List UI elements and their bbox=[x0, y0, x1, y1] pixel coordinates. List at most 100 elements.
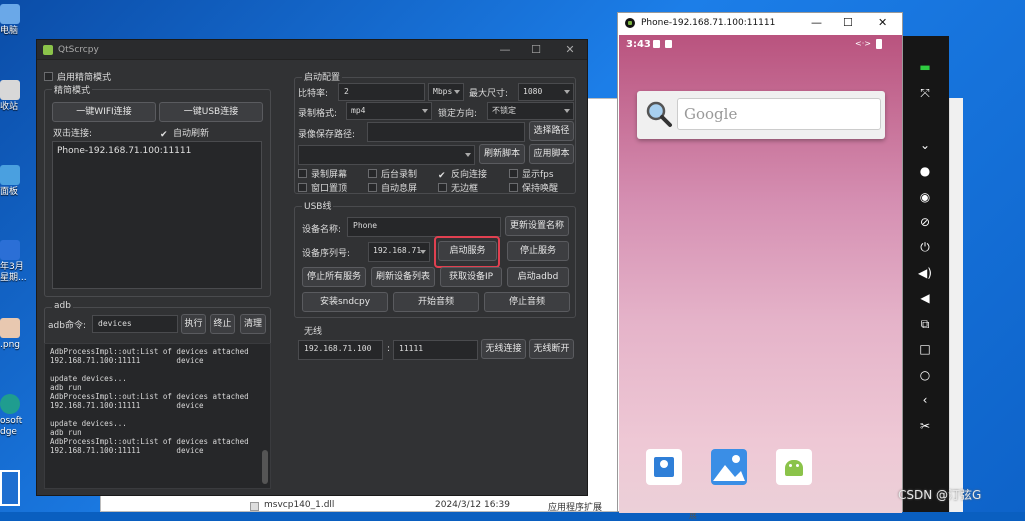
lock-direction-select[interactable]: 不锁定 bbox=[487, 102, 574, 120]
status-bar: 3:43 <·> bbox=[619, 35, 902, 55]
dll-file-icon bbox=[250, 502, 259, 511]
device-serial-label: 设备序列号: bbox=[302, 249, 351, 259]
select-path-button[interactable]: 选择路径 bbox=[529, 121, 574, 141]
desktop-icon-recycle-bin[interactable]: 收站 bbox=[0, 80, 26, 113]
desktop-icon-png[interactable]: .png bbox=[0, 318, 26, 351]
record-path-label: 录像保存路径: bbox=[298, 130, 356, 140]
wireless-connect-button[interactable]: 无线连接 bbox=[481, 339, 526, 359]
usb-group-title: USB线 bbox=[302, 199, 334, 212]
record-screen-checkbox[interactable]: 录制屏幕 bbox=[298, 167, 347, 180]
adb-log-output[interactable]: AdbProcessImpl::out:List of devices atta… bbox=[44, 343, 271, 489]
volume-down-icon[interactable]: ◀ bbox=[910, 287, 940, 309]
app-tile-icon[interactable] bbox=[0, 470, 20, 506]
device-name-input[interactable]: Phone bbox=[347, 217, 501, 237]
show-fps-checkbox[interactable]: 显示fps bbox=[509, 167, 554, 180]
frameless-checkbox[interactable]: 无边框 bbox=[438, 181, 478, 194]
volume-up-icon[interactable]: ◀) bbox=[910, 262, 940, 284]
reverse-connect-checkbox[interactable]: ✔ 反向连接 bbox=[438, 167, 487, 181]
background-record-checkbox[interactable]: 后台录制 bbox=[368, 167, 417, 180]
adb-command-input[interactable]: devices bbox=[92, 315, 178, 333]
refresh-device-list-button[interactable]: 刷新设备列表 bbox=[371, 267, 435, 287]
wifi-connect-button[interactable]: 一键WIFI连接 bbox=[52, 102, 156, 122]
desktop-icon-document[interactable]: 年3月 星期... bbox=[0, 240, 27, 284]
search-icon bbox=[646, 101, 672, 127]
log-scrollbar[interactable] bbox=[262, 450, 268, 484]
phone-title-bar[interactable]: Phone-192.168.71.100:11111 — ☐ ✕ bbox=[618, 13, 902, 34]
desktop-icon-computer[interactable]: 电脑 bbox=[0, 4, 26, 37]
bitrate-input[interactable]: 2 bbox=[338, 83, 425, 101]
usb-connect-button[interactable]: 一键USB连接 bbox=[159, 102, 263, 122]
search-input[interactable]: Google bbox=[677, 98, 881, 130]
screenshot-icon[interactable]: ✂ bbox=[910, 415, 940, 437]
square-icon[interactable]: □ bbox=[910, 338, 940, 360]
close-icon[interactable]: ✕ bbox=[878, 16, 887, 29]
android-app-icon[interactable] bbox=[776, 449, 812, 485]
eye-icon[interactable]: ◉ bbox=[910, 186, 940, 208]
edge-icon bbox=[0, 394, 20, 414]
device-list-item[interactable]: Phone-192.168.71.100:11111 bbox=[57, 146, 257, 156]
checkbox-box bbox=[509, 183, 518, 192]
start-audio-button[interactable]: 开始音频 bbox=[393, 292, 479, 312]
power-icon[interactable]: ⏻ bbox=[910, 236, 940, 258]
back-icon[interactable]: ‹ bbox=[910, 389, 940, 411]
computer-icon bbox=[0, 4, 20, 24]
checkbox-box bbox=[368, 183, 377, 192]
desktop-icon-control-panel[interactable]: 面板 bbox=[0, 165, 26, 198]
max-size-select[interactable]: 1080 bbox=[518, 83, 574, 101]
clear-button[interactable]: 清理 bbox=[240, 314, 266, 334]
stop-all-services-button[interactable]: 停止所有服务 bbox=[302, 267, 366, 287]
apply-script-button[interactable]: 应用脚本 bbox=[529, 144, 574, 164]
start-adbd-button[interactable]: 启动adbd bbox=[507, 267, 569, 287]
maximize-icon[interactable]: ☐ bbox=[843, 16, 853, 29]
google-search-widget[interactable]: Google bbox=[637, 91, 885, 139]
minimize-icon[interactable]: — bbox=[811, 16, 822, 29]
simple-mode-checkbox[interactable]: 启用精简模式 bbox=[44, 70, 111, 83]
maximize-icon[interactable]: ☐ bbox=[528, 43, 544, 56]
update-device-name-button[interactable]: 更新设置名称 bbox=[505, 216, 569, 236]
expand-icon[interactable]: ⌄ bbox=[910, 134, 940, 156]
auto-screen-off-checkbox[interactable]: 自动息屏 bbox=[368, 181, 417, 194]
circle-icon[interactable]: ○ bbox=[910, 364, 940, 386]
checkbox-box bbox=[438, 183, 447, 192]
home-icon[interactable]: ● bbox=[910, 160, 940, 182]
desktop-icon-edge[interactable]: osoft dge bbox=[0, 394, 26, 438]
image-file-icon bbox=[0, 318, 20, 338]
checkmark-icon: ✔ bbox=[160, 130, 168, 140]
refresh-script-button[interactable]: 刷新脚本 bbox=[479, 144, 525, 164]
dropdown-arrow-icon bbox=[564, 90, 570, 94]
stop-audio-button[interactable]: 停止音频 bbox=[484, 292, 570, 312]
contacts-app-icon[interactable] bbox=[646, 449, 682, 485]
highlight-box bbox=[434, 236, 500, 268]
gallery-app-icon[interactable] bbox=[711, 449, 747, 485]
script-select[interactable] bbox=[298, 145, 475, 165]
app-switch-icon[interactable]: ⧉ bbox=[910, 313, 940, 335]
terminate-button[interactable]: 终止 bbox=[210, 314, 235, 334]
eye-off-icon[interactable]: ⊘ bbox=[910, 211, 940, 233]
checkbox-box bbox=[298, 183, 307, 192]
phone-control-toolbar: ▬ ⤧ ⌄ ● ◉ ⊘ ⏻ ◀) ◀ ⧉ □ ○ ‹ ✂ bbox=[903, 36, 949, 512]
install-sndcpy-button[interactable]: 安装sndcpy bbox=[302, 292, 388, 312]
always-on-top-checkbox[interactable]: 窗口置顶 bbox=[298, 181, 347, 194]
explorer-scrollbar[interactable] bbox=[949, 98, 963, 512]
wireless-port-input[interactable]: 11111 bbox=[393, 340, 478, 360]
run-button[interactable]: 执行 bbox=[181, 314, 206, 334]
record-format-select[interactable]: mp4 bbox=[346, 102, 432, 120]
bitrate-unit-select[interactable]: Mbps bbox=[428, 83, 464, 101]
title-bar[interactable]: QtScrcpy — ☐ ✕ bbox=[37, 40, 587, 60]
close-icon[interactable]: ✕ bbox=[562, 43, 578, 56]
phone-screen[interactable]: 3:43 <·> Google bbox=[619, 35, 902, 513]
record-path-input[interactable] bbox=[367, 122, 525, 142]
keyboard-icon[interactable]: ▬ bbox=[910, 56, 940, 78]
auto-refresh-checkbox[interactable]: ✔ 自动刷新 bbox=[160, 126, 209, 140]
device-serial-select[interactable]: 192.168.71. bbox=[368, 242, 430, 262]
stay-awake-checkbox[interactable]: 保持唤醒 bbox=[509, 181, 558, 194]
wireless-disconnect-button[interactable]: 无线断开 bbox=[529, 339, 574, 359]
minimize-icon[interactable]: — bbox=[497, 43, 513, 56]
get-device-ip-button[interactable]: 获取设备IP bbox=[440, 267, 502, 287]
fullscreen-icon[interactable]: ⤧ bbox=[910, 82, 940, 104]
stop-service-button[interactable]: 停止服务 bbox=[507, 241, 569, 261]
device-list[interactable]: Phone-192.168.71.100:11111 bbox=[52, 141, 262, 289]
launch-config-title: 启动配置 bbox=[302, 70, 343, 83]
wireless-ip-input[interactable]: 192.168.71.100 bbox=[298, 340, 383, 360]
network-icon: <·> bbox=[855, 39, 871, 48]
